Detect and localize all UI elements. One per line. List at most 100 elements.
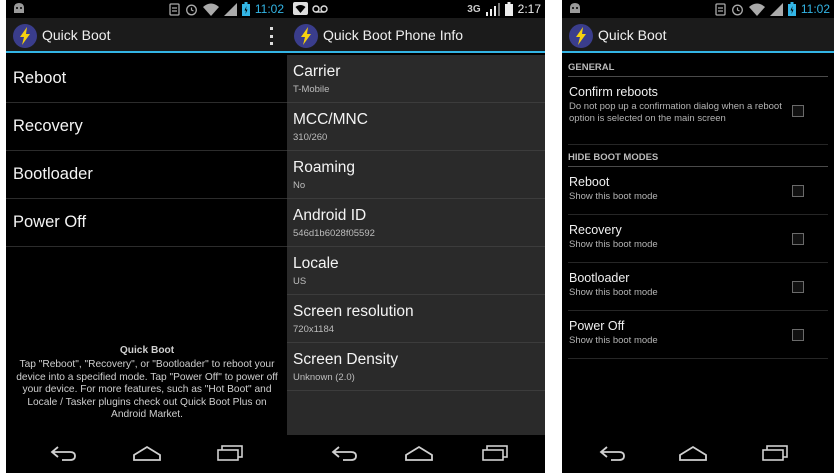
back-icon[interactable] <box>331 445 359 461</box>
status-time: 11:02 <box>254 2 284 16</box>
info-item-screen-density[interactable]: Screen Density Unknown (2.0) <box>287 343 545 391</box>
info-label: Screen Density <box>293 351 399 368</box>
boot-item-label: Recovery <box>13 117 83 135</box>
status-time: 2:17 <box>517 2 541 16</box>
back-icon[interactable] <box>50 445 78 461</box>
status-bar: 3G 2:17 <box>287 0 545 18</box>
sync-icon <box>715 2 726 16</box>
app-title: Quick Boot <box>598 27 667 43</box>
voicemail-icon <box>312 4 328 13</box>
pref-title: Confirm reboots <box>569 85 658 99</box>
phone-info-screen: 3G 2:17 Quick Boot Phone Info Carrier T-… <box>287 0 545 473</box>
boot-item-label: Bootloader <box>13 165 93 183</box>
status-bar: 11:02 <box>562 0 834 18</box>
pref-hide-recovery[interactable]: Recovery Show this boot mode <box>568 215 828 263</box>
app-logo-icon[interactable] <box>13 24 37 48</box>
pref-hide-power-off[interactable]: Power Off Show this boot mode <box>568 311 828 359</box>
home-icon[interactable] <box>405 445 433 461</box>
boot-item-recovery[interactable]: Recovery <box>6 103 288 151</box>
pref-summary: Show this boot mode <box>569 191 658 202</box>
recent-apps-icon[interactable] <box>216 445 244 461</box>
status-bar: 11:02 <box>6 0 288 18</box>
wifi-icon <box>748 3 765 16</box>
info-value: US <box>293 276 307 287</box>
boot-item-bootloader[interactable]: Bootloader <box>6 151 288 199</box>
android-debug-icon <box>570 3 580 13</box>
wifi-icon <box>202 3 219 16</box>
info-value: No <box>293 180 306 191</box>
settings-screen: 11:02 Quick Boot GENERAL Confirm reboots… <box>562 0 834 473</box>
pref-summary: Show this boot mode <box>569 239 658 250</box>
boot-mode-list: Reboot Recovery Bootloader Power Off Qui… <box>6 55 288 435</box>
alarm-icon <box>731 4 743 15</box>
boot-item-label: Power Off <box>13 213 87 231</box>
pref-summary: Do not pop up a confirmation dialog when… <box>569 101 782 124</box>
section-header-general: GENERAL <box>568 55 828 77</box>
action-bar: Quick Boot <box>6 18 288 53</box>
info-label: Carrier <box>293 63 341 80</box>
signal-icon <box>223 2 237 16</box>
info-item-mcc-mnc[interactable]: MCC/MNC 310/260 <box>287 103 545 151</box>
info-label: Screen resolution <box>293 303 414 320</box>
navigation-bar <box>6 435 288 473</box>
info-label: Roaming <box>293 159 356 176</box>
pref-title: Recovery <box>569 223 622 237</box>
wifi-hotspot-icon <box>293 2 308 15</box>
info-item-carrier[interactable]: Carrier T-Mobile <box>287 55 545 103</box>
signal-icon <box>485 2 500 16</box>
battery-icon <box>787 2 796 16</box>
boot-item-label: Reboot <box>13 69 67 87</box>
app-logo-icon[interactable] <box>294 24 318 48</box>
pref-hide-reboot[interactable]: Reboot Show this boot mode <box>568 167 828 215</box>
app-title: Quick Boot Phone Info <box>323 27 464 43</box>
pref-summary: Show this boot mode <box>569 287 658 298</box>
hide-reboot-checkbox[interactable] <box>792 184 804 197</box>
pref-confirm-reboots[interactable]: Confirm reboots Do not pop up a confirma… <box>568 77 828 145</box>
info-item-locale[interactable]: Locale US <box>287 247 545 295</box>
about-description: Tap "Reboot", "Recovery", or "Bootloader… <box>16 359 278 421</box>
status-time: 11:02 <box>800 2 830 16</box>
battery-icon <box>504 2 513 16</box>
network-type: 3G <box>467 3 481 15</box>
info-label: Locale <box>293 255 339 272</box>
info-item-roaming[interactable]: Roaming No <box>287 151 545 199</box>
action-bar: Quick Boot <box>562 18 834 53</box>
hide-power-off-checkbox[interactable] <box>792 328 804 341</box>
overflow-menu-icon[interactable] <box>268 27 274 45</box>
boot-item-reboot[interactable]: Reboot <box>6 55 288 103</box>
info-value: 310/260 <box>293 132 328 143</box>
battery-icon <box>241 2 250 16</box>
confirm-reboots-checkbox[interactable] <box>792 104 804 117</box>
pref-title: Bootloader <box>569 271 630 285</box>
alarm-icon <box>185 4 197 15</box>
navigation-bar <box>287 435 545 473</box>
home-icon[interactable] <box>133 445 161 461</box>
info-item-android-id[interactable]: Android ID 546d1b6028f05592 <box>287 199 545 247</box>
back-icon[interactable] <box>599 445 627 461</box>
home-icon[interactable] <box>679 445 707 461</box>
navigation-bar <box>562 435 834 473</box>
section-header-hide-boot-modes: HIDE BOOT MODES <box>568 145 828 167</box>
pref-title: Reboot <box>569 175 610 189</box>
android-debug-icon <box>14 3 24 13</box>
app-logo-icon[interactable] <box>569 24 593 48</box>
hide-bootloader-checkbox[interactable] <box>792 280 804 293</box>
hide-recovery-checkbox[interactable] <box>792 232 804 245</box>
info-value: 546d1b6028f05592 <box>293 228 375 239</box>
info-value: T-Mobile <box>293 84 330 95</box>
pref-hide-bootloader[interactable]: Bootloader Show this boot mode <box>568 263 828 311</box>
info-label: MCC/MNC <box>293 111 368 128</box>
boot-item-power-off[interactable]: Power Off <box>6 199 288 247</box>
info-item-screen-resolution[interactable]: Screen resolution 720x1184 <box>287 295 545 343</box>
action-bar: Quick Boot Phone Info <box>287 18 545 53</box>
recent-apps-icon[interactable] <box>481 445 509 461</box>
info-value: 720x1184 <box>293 324 335 335</box>
phone-info-list: Carrier T-Mobile MCC/MNC 310/260 Roaming… <box>287 55 545 435</box>
info-label: Android ID <box>293 207 367 224</box>
about-text-block: Quick Boot Tap "Reboot", "Recovery", or … <box>6 345 288 421</box>
settings-list: GENERAL Confirm reboots Do not pop up a … <box>562 55 834 435</box>
app-title: Quick Boot <box>42 27 111 43</box>
sync-icon <box>169 2 180 16</box>
recent-apps-icon[interactable] <box>761 445 789 461</box>
about-title: Quick Boot <box>119 345 175 356</box>
